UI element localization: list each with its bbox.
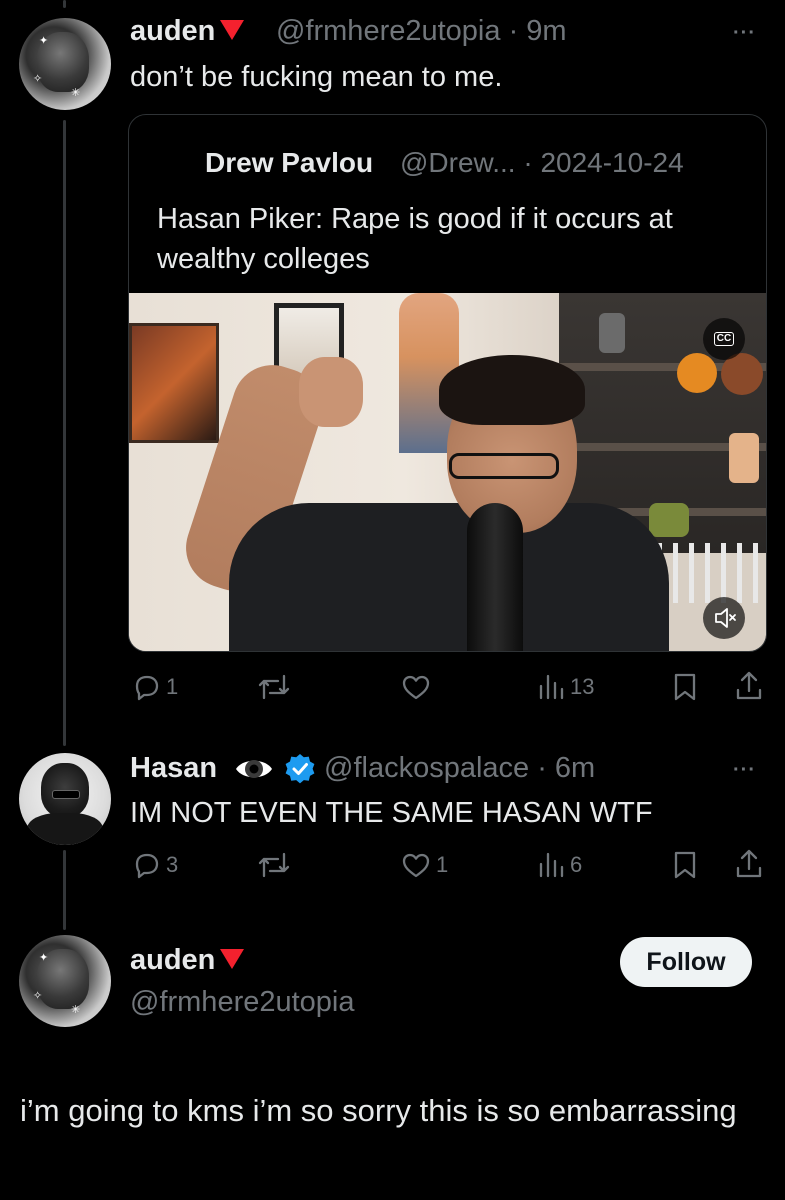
- video-person-body: [229, 503, 669, 651]
- views-count: 13: [570, 674, 595, 699]
- like-button[interactable]: 1: [400, 850, 448, 880]
- video-toy: [599, 313, 625, 353]
- sparkle-icon: ✧: [33, 989, 43, 1002]
- tweet-text: IM NOT EVEN THE SAME HASAN WTF: [130, 797, 653, 829]
- sparkle-icon: ✧: [33, 72, 43, 85]
- like-icon: [402, 853, 430, 878]
- video-toy: [729, 433, 759, 483]
- video-gate: [657, 543, 766, 603]
- more-icon[interactable]: ···: [733, 759, 756, 782]
- bookmark-button[interactable]: [670, 850, 700, 880]
- views-button[interactable]: 13: [536, 672, 594, 702]
- quote-author-name: Drew Pavlou: [205, 147, 374, 178]
- thread-line: [63, 850, 66, 930]
- author-meta[interactable]: @frmhere2utopia · 9m: [276, 15, 567, 48]
- video-player[interactable]: CC: [129, 293, 766, 651]
- avatar[interactable]: ✦ ✧ ✳: [19, 935, 111, 1027]
- views-count: 6: [570, 852, 583, 877]
- red-triangle-emoji-icon: [220, 20, 245, 41]
- video-fist: [299, 357, 363, 427]
- share-icon: [736, 849, 762, 878]
- avatar[interactable]: ✦ ✧ ✳: [19, 18, 111, 110]
- views-icon: [539, 852, 564, 878]
- author-handle: @frmhere2utopia: [276, 15, 501, 47]
- mute-icon[interactable]: [703, 597, 745, 639]
- tweet-time: · 9m: [508, 15, 567, 47]
- views-button[interactable]: 6: [536, 850, 582, 880]
- share-button[interactable]: [734, 670, 764, 702]
- sparkle-icon: ✳: [71, 1003, 81, 1016]
- like-count: 1: [436, 852, 449, 877]
- share-icon: [736, 671, 762, 700]
- repost-icon: [258, 852, 290, 878]
- views-icon: [539, 674, 564, 700]
- bookmark-button[interactable]: [670, 672, 700, 702]
- reply-icon: [135, 675, 159, 701]
- video-glasses: [449, 453, 559, 479]
- video-person-hair: [439, 355, 585, 425]
- bookmark-icon: [674, 851, 696, 879]
- reply-icon: [135, 853, 159, 879]
- tweet-text: i’m going to kms i’m so sorry this is so…: [20, 1093, 737, 1128]
- quoted-tweet[interactable]: Drew Pavlou @Drew... · 2024-10-24 Hasan …: [128, 114, 767, 652]
- more-icon[interactable]: ···: [733, 22, 756, 45]
- reply-button[interactable]: 1: [132, 672, 178, 702]
- sparkle-icon: ✦: [39, 951, 49, 964]
- bookmark-icon: [674, 673, 696, 701]
- cc-icon[interactable]: CC: [703, 318, 745, 360]
- repost-icon: [258, 674, 290, 700]
- avatar[interactable]: [19, 753, 111, 845]
- sparkle-icon: ✦: [39, 34, 49, 47]
- author-handle[interactable]: @frmhere2utopia: [130, 986, 355, 1019]
- video-microphone: [467, 503, 523, 651]
- thread-line: [63, 120, 66, 746]
- sparkle-icon: ✳: [71, 86, 81, 99]
- follow-button[interactable]: Follow: [620, 937, 752, 987]
- author-name[interactable]: auden: [130, 15, 245, 48]
- repost-button[interactable]: [256, 672, 296, 702]
- video-toy: [677, 353, 717, 393]
- sunglasses: [52, 790, 80, 799]
- quote-text: Hasan Piker: Rape is good if it occurs a…: [157, 203, 673, 275]
- reply-count: 1: [166, 674, 179, 699]
- tweet-text: don’t be fucking mean to me.: [130, 61, 503, 93]
- red-triangle-emoji-icon: [220, 949, 245, 970]
- reply-button[interactable]: 3: [132, 850, 178, 880]
- author-name[interactable]: auden: [130, 944, 245, 977]
- thread-line: [63, 0, 66, 8]
- tweet-time: · 6m: [537, 752, 596, 784]
- video-poster: [129, 323, 219, 443]
- reply-count: 3: [166, 852, 179, 877]
- like-icon: [402, 675, 430, 700]
- author-name[interactable]: Hasan: [130, 752, 217, 785]
- author-handle: @flackospalace: [324, 752, 530, 784]
- like-button[interactable]: [400, 672, 436, 702]
- video-toy: [649, 503, 689, 537]
- quote-meta: @Drew... · 2024-10-24: [400, 147, 684, 178]
- author-meta[interactable]: @flackospalace · 6m: [324, 752, 595, 785]
- verified-badge-icon[interactable]: [284, 753, 316, 790]
- repost-button[interactable]: [256, 850, 296, 880]
- share-button[interactable]: [734, 848, 764, 880]
- eye-emoji-icon: [234, 752, 274, 791]
